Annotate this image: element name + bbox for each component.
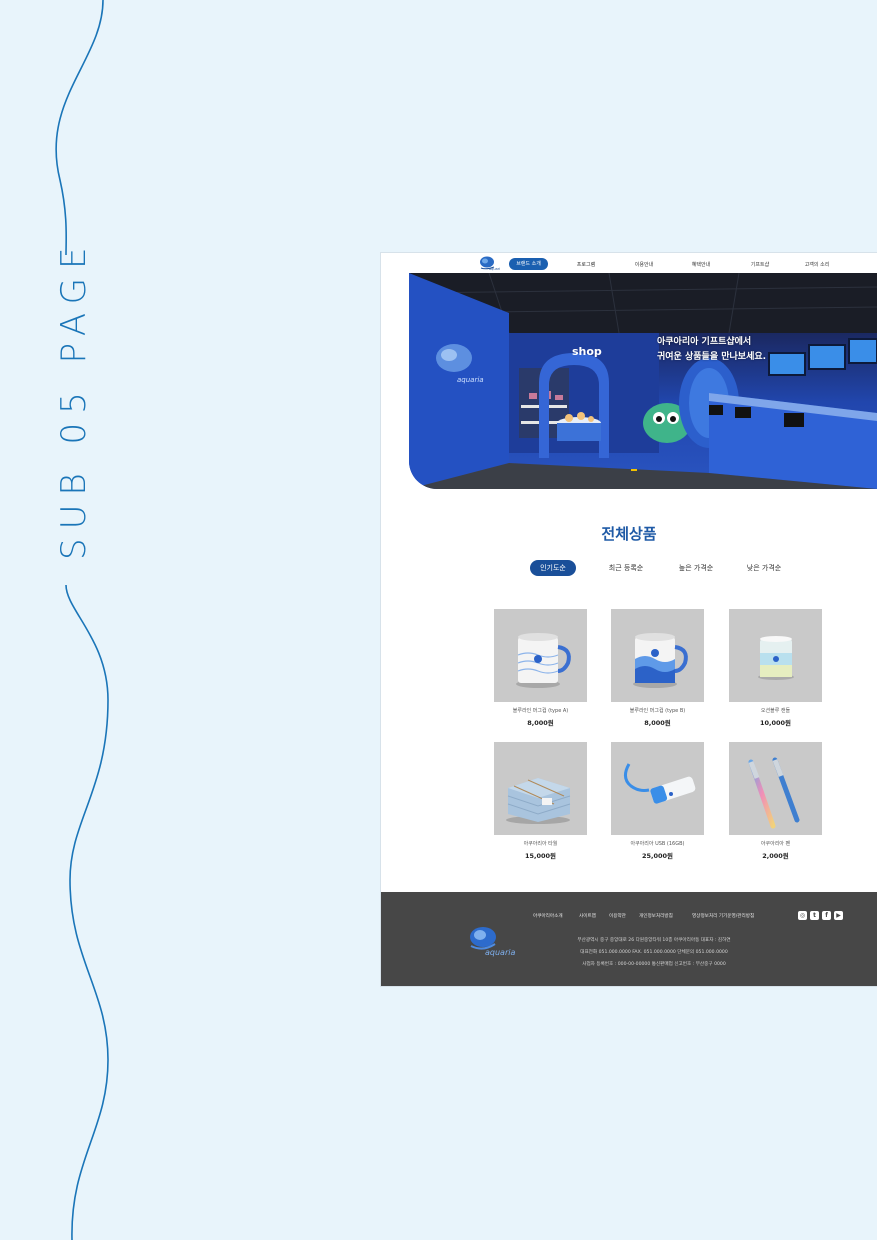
product-name: 오션블루 캔들 [760,708,791,714]
aquaria-logo-icon[interactable]: aquaria [478,254,500,272]
pen-icon [729,742,822,835]
product-name: 아쿠아리아 펜 [760,841,791,847]
candle-icon [729,609,822,702]
footer-contact: 대표전화 051.000.0000 FAX. 051.000.0000 단체문의… [580,950,728,955]
product-card[interactable]: 블루라인 머그컵 (type B) 8,000원 [611,609,704,727]
footer-link-sitemap[interactable]: 사이트맵 [579,913,596,919]
product-name: 블루라인 머그컵 (type A) [512,708,569,714]
product-card[interactable]: 아쿠아리아 USB (16GB) 25,000원 [611,742,704,860]
twitter-icon[interactable]: t [810,911,819,920]
footer-link-terms[interactable]: 이용약관 [609,913,626,919]
facebook-icon[interactable]: f [822,911,831,920]
product-name: 블루라인 머그컵 (type B) [629,708,686,714]
footer-business-number: 사업자 등록번호 : 000-00-00000 통신판매업 신고번호 : 부산중… [582,962,726,967]
nav-benefits[interactable]: 혜택안내 [686,259,716,271]
product-image[interactable] [729,609,822,702]
nav-usage-guide[interactable]: 이용안내 [629,259,659,271]
mug-icon [611,609,704,702]
product-card[interactable]: 아쿠아리아 타월 15,000원 [494,742,587,860]
product-image[interactable] [494,609,587,702]
top-navigation: aquaria 브랜드 소개 프로그램 이용안내 혜택안내 기프트샵 고객의 소… [381,253,877,273]
hero-caption-line-2: 귀여운 상품들을 만나보세요. [657,352,767,362]
product-card[interactable]: 오션블루 캔들 10,000원 [729,609,822,727]
footer-link-about[interactable]: 아쿠아리아소개 [533,913,563,919]
website-mockup: aquaria 브랜드 소개 프로그램 이용안내 혜택안내 기프트샵 고객의 소… [381,253,877,986]
footer-link-privacy[interactable]: 개인정보처리방침 [639,913,673,919]
product-card[interactable]: 블루라인 머그컵 (type A) 8,000원 [494,609,587,727]
product-name: 아쿠아리아 타월 [523,841,558,847]
wall-logo-text: aquaria [457,376,484,384]
filter-high-price[interactable]: 높은 가격순 [671,560,721,576]
nav-program[interactable]: 프로그램 [571,259,601,271]
footer-address: 부산광역시 중구 중앙대로 26 다원중앙타워 10층 아쿠아리아동 대표자 :… [577,938,731,943]
product-image[interactable] [611,742,704,835]
towel-icon [494,742,587,835]
product-price: 10,000원 [759,719,792,727]
nav-customer-voice[interactable]: 고객의 소리 [799,259,835,271]
wall-aquaria-logo-icon [436,344,472,372]
product-price: 25,000원 [641,852,674,860]
product-price: 8,000원 [644,719,671,727]
mug-icon [494,609,587,702]
youtube-icon[interactable]: ▶ [834,911,843,920]
footer-aquaria-logo-icon: aquaria [470,927,515,957]
hero-banner: shop aquaria 아쿠아리아 기프트샵에서 귀여운 상품들을 만나보세요… [409,273,877,489]
product-image[interactable] [729,742,822,835]
hero-caption: 아쿠아리아 기프트샵에서 귀여운 상품들을 만나보세요. [657,335,766,365]
product-price: 2,000원 [762,852,789,860]
product-price: 15,000원 [524,852,557,860]
filter-recent[interactable]: 최근 등록순 [601,560,651,576]
nav-brand-intro[interactable]: 브랜드 소개 [509,258,548,270]
footer-logo-text: aquaria [485,948,515,957]
product-image[interactable] [494,742,587,835]
filter-low-price[interactable]: 낮은 가격순 [739,560,789,576]
decorative-wave-line [55,0,109,1240]
footer-link-cctv-policy[interactable]: 영상정보처리 기기운영/관리방침 [692,913,754,919]
nav-logo-text: aquaria [489,267,500,271]
usb-icon [611,742,704,835]
hero-caption-line-1: 아쿠아리아 기프트샵에서 [657,337,752,347]
side-page-title: SUB 05 PAGE [54,238,94,560]
product-card[interactable]: 아쿠아리아 펜 2,000원 [729,742,822,860]
shop-sign-text: shop [572,345,602,358]
section-title: 전체상품 [601,525,657,543]
product-name: 아쿠아리아 USB (16GB) [630,841,685,847]
product-image[interactable] [611,609,704,702]
nav-gift-shop[interactable]: 기프트샵 [745,259,775,271]
footer: 아쿠아리아소개 사이트맵 이용약관 개인정보처리방침 영상정보처리 기기운영/관… [381,892,877,986]
product-price: 8,000원 [527,719,554,727]
instagram-icon[interactable]: ◎ [798,911,807,920]
filter-popularity[interactable]: 인기도순 [530,560,576,576]
